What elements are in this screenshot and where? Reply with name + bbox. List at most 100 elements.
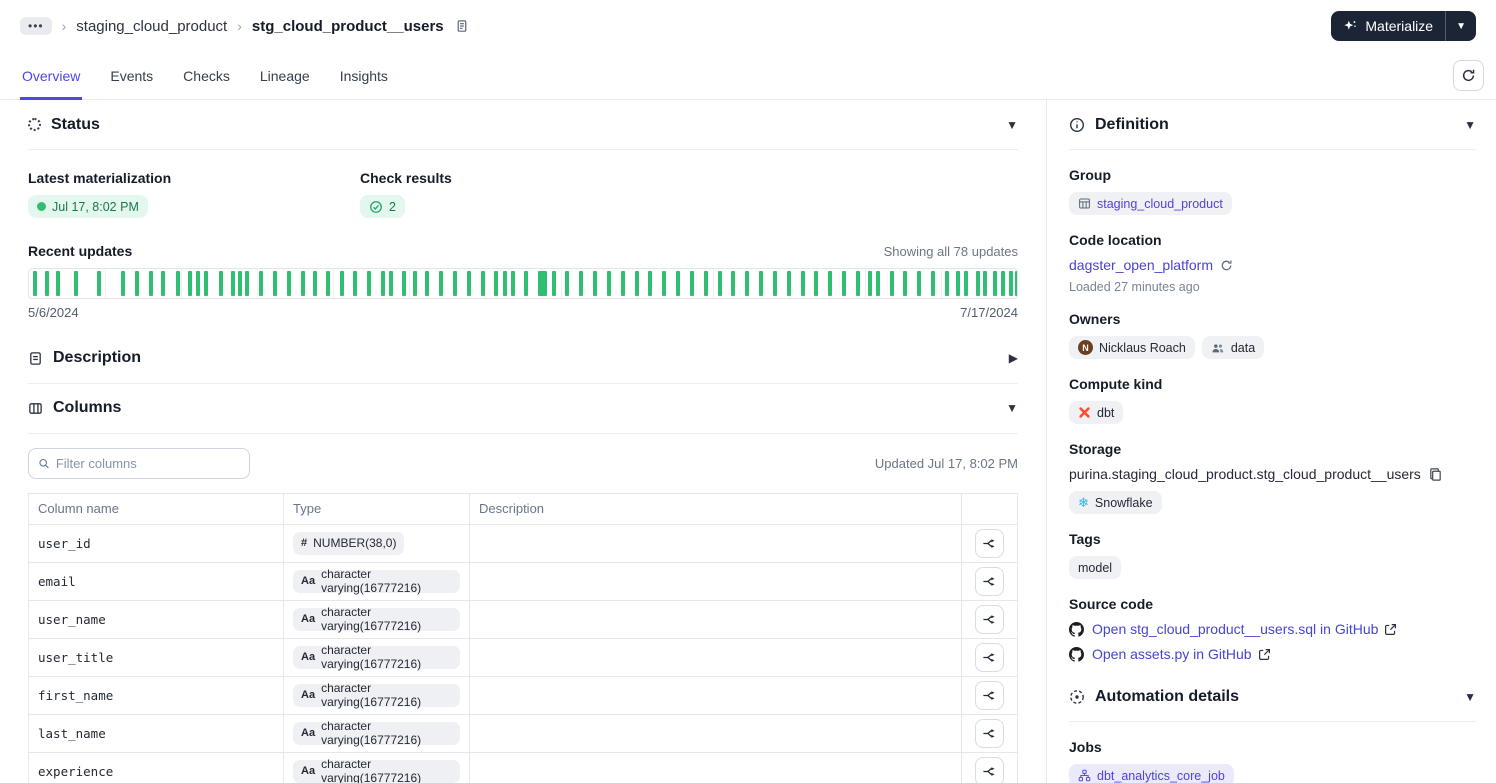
tab-events[interactable]: Events [108,58,155,100]
materialization-tick[interactable] [717,270,722,296]
job-badge[interactable]: dbt_analytics_core_job [1069,764,1234,783]
column-lineage-button[interactable] [975,680,1004,710]
materialization-tick[interactable] [875,270,880,296]
materialization-tick[interactable] [312,270,317,296]
materialization-tick[interactable] [259,270,264,296]
columns-collapse-chevron-icon[interactable]: ▼ [1006,401,1018,415]
owner-user-badge[interactable]: N Nicklaus Roach [1069,336,1195,359]
materialization-tick[interactable] [593,270,598,296]
column-lineage-button[interactable] [975,604,1004,634]
materialization-tick[interactable] [855,270,860,296]
materialization-tick[interactable] [523,270,528,296]
materialization-tick[interactable] [983,270,988,296]
code-location-link[interactable]: dagster_open_platform [1069,257,1233,273]
materialization-tick[interactable] [134,270,139,296]
materialization-tick[interactable] [975,270,980,296]
github-source-link[interactable]: Open stg_cloud_product__users.sql in Git… [1092,621,1397,637]
latest-materialization-badge[interactable]: Jul 17, 8:02 PM [28,195,148,218]
materialization-tick[interactable] [800,270,805,296]
materialization-tick[interactable] [676,270,681,296]
materialization-tick[interactable] [238,270,243,296]
materialization-tick[interactable] [955,270,960,296]
recent-updates-timeline[interactable] [28,267,1018,299]
refresh-button[interactable] [1453,60,1484,91]
filter-columns-input[interactable] [55,455,240,471]
materialization-tick[interactable] [759,270,764,296]
materialization-tick[interactable] [480,270,485,296]
materialization-tick[interactable] [511,270,516,296]
materialization-tick[interactable] [466,270,471,296]
definition-collapse-chevron-icon[interactable]: ▼ [1464,118,1476,132]
column-lineage-button[interactable] [975,642,1004,672]
materialization-tick[interactable] [731,270,736,296]
storage-kind-badge[interactable]: ❄ Snowflake [1069,491,1162,514]
materialization-tick[interactable] [963,270,968,296]
materialize-button[interactable]: Materialize [1331,11,1445,41]
materialization-tick[interactable] [413,270,418,296]
filter-columns-field[interactable] [28,447,250,479]
tab-lineage[interactable]: Lineage [258,58,312,100]
materialization-tick[interactable] [772,270,777,296]
materialization-tick[interactable] [402,270,407,296]
materialization-tick[interactable] [380,270,385,296]
materialization-tick[interactable] [188,270,193,296]
materialization-tick[interactable] [648,270,653,296]
materialization-tick[interactable] [74,270,79,296]
materialization-tick[interactable] [993,270,998,296]
materialization-tick[interactable] [503,270,508,296]
materialization-tick[interactable] [366,270,371,296]
materialization-tick[interactable] [889,270,894,296]
column-lineage-button[interactable] [975,718,1004,748]
materialization-tick[interactable] [814,270,819,296]
materialization-tick[interactable] [689,270,694,296]
group-badge[interactable]: staging_cloud_product [1069,192,1232,215]
materialization-tick[interactable] [439,270,444,296]
materialization-tick[interactable] [1001,270,1006,296]
compute-kind-badge[interactable]: dbt [1069,401,1124,424]
materialization-tick[interactable] [97,270,102,296]
materialization-tick[interactable] [218,270,223,296]
materialization-tick[interactable] [579,270,584,296]
materialization-tick[interactable] [867,270,872,296]
materialization-tick[interactable] [326,270,331,296]
materialization-tick[interactable] [300,270,305,296]
materialization-tick[interactable] [565,270,570,296]
materialization-tick[interactable] [176,270,181,296]
materialization-tick[interactable] [1015,270,1017,296]
column-lineage-button[interactable] [975,566,1004,596]
materialization-tick[interactable] [620,270,625,296]
copy-storage-path-icon[interactable] [1428,467,1443,482]
materialization-tick[interactable] [828,270,833,296]
description-section-header[interactable]: Description ▶ [28,334,1018,384]
tag-badge[interactable]: model [1069,556,1122,579]
materialization-tick[interactable] [55,270,60,296]
materialization-tick[interactable] [944,270,949,296]
materialization-tick[interactable] [273,270,278,296]
materialization-tick[interactable] [903,270,908,296]
tab-checks[interactable]: Checks [181,58,232,100]
materialization-tick[interactable] [353,270,358,296]
materialization-tick[interactable] [662,270,667,296]
tab-insights[interactable]: Insights [338,58,390,100]
check-results-badge[interactable]: 2 [360,195,405,218]
status-collapse-chevron-icon[interactable]: ▼ [1006,118,1018,132]
reload-icon[interactable] [1220,259,1233,272]
materialization-tick[interactable] [917,270,922,296]
materialization-tick[interactable] [340,270,345,296]
materialization-tick[interactable] [703,270,708,296]
tab-overview[interactable]: Overview [20,58,83,100]
materialization-tick[interactable] [44,270,49,296]
materialization-tick[interactable] [203,270,208,296]
materialization-tick[interactable] [745,270,750,296]
materialization-tick[interactable] [842,270,847,296]
materialization-tick[interactable] [537,270,547,296]
breadcrumb-ellipsis-button[interactable]: ••• [20,17,52,35]
materialization-tick[interactable] [388,270,393,296]
materialization-tick[interactable] [195,270,200,296]
materialization-tick[interactable] [161,270,166,296]
materialization-tick[interactable] [425,270,430,296]
materialize-dropdown-button[interactable]: ▼ [1445,11,1476,41]
materialization-tick[interactable] [606,270,611,296]
materialization-tick[interactable] [551,270,556,296]
column-lineage-button[interactable] [975,528,1004,558]
